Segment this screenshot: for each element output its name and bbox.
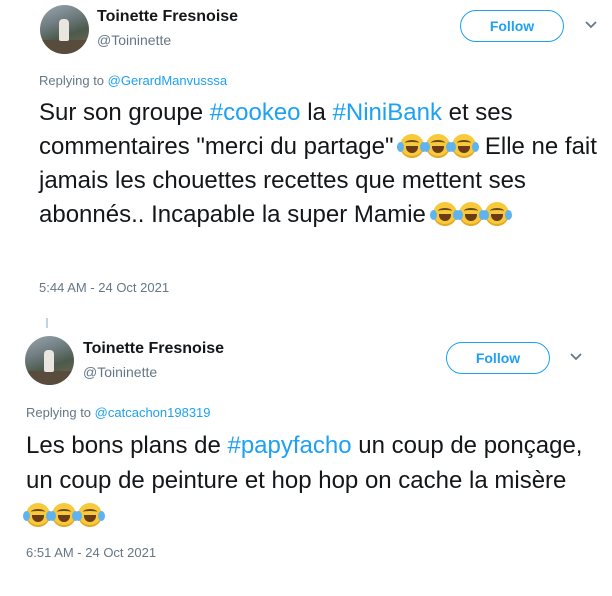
tweet-timestamp[interactable]: 6:51 AM - 24 Oct 2021: [26, 545, 156, 560]
tweet-2: Toinette Fresnoise @Toininette Follow Re…: [0, 318, 612, 596]
reply-mention-link[interactable]: @GerardManvusssa: [108, 73, 227, 88]
replying-to: Replying to @catcachon198319: [26, 405, 211, 420]
chevron-down-icon[interactable]: [584, 18, 598, 32]
replying-to-label: Replying to: [26, 405, 92, 420]
tweet-text-part: la: [300, 99, 333, 126]
display-name[interactable]: Toinette Fresnoise: [83, 340, 224, 358]
tweet-timestamp[interactable]: 5:44 AM - 24 Oct 2021: [39, 280, 169, 295]
laughing-emoji-icon: [49, 503, 79, 527]
avatar[interactable]: [40, 5, 89, 54]
laughing-emoji-icon: [481, 202, 512, 226]
laughing-emoji-icon: [449, 134, 480, 158]
user-handle[interactable]: @Toininette: [83, 364, 157, 380]
replying-to-label: Replying to: [39, 73, 105, 88]
user-handle[interactable]: @Toininette: [97, 32, 171, 48]
avatar[interactable]: [25, 336, 74, 385]
tweet-text-part: Les bons plans de: [26, 432, 228, 459]
tweet-text-part: Sur son groupe: [39, 99, 210, 126]
laughing-emoji-icon: [423, 134, 454, 158]
follow-button[interactable]: Follow: [446, 342, 550, 374]
hashtag-link[interactable]: #cookeo: [210, 99, 301, 126]
hashtag-link[interactable]: #NiniBank: [333, 99, 442, 126]
reply-mention-link[interactable]: @catcachon198319: [95, 405, 211, 420]
hashtag-link[interactable]: #papyfacho: [227, 432, 351, 459]
laughing-emoji-icon: [75, 503, 105, 527]
laughing-emoji-icon: [23, 503, 53, 527]
laughing-emoji-icon: [397, 134, 428, 158]
display-name[interactable]: Toinette Fresnoise: [97, 8, 238, 26]
laughing-emoji-icon: [455, 202, 486, 226]
replying-to: Replying to @GerardManvusssa: [39, 73, 227, 88]
tweet-text: Sur son groupe #cookeo la #NiniBank et s…: [39, 96, 599, 232]
laughing-emoji-icon: [429, 202, 460, 226]
tweet-text: Les bons plans de #papyfacho un coup de …: [23, 428, 591, 533]
chevron-down-icon[interactable]: [569, 350, 583, 364]
follow-button[interactable]: Follow: [460, 10, 564, 42]
tweet-1: Toinette Fresnoise @Toininette Follow Re…: [0, 0, 612, 310]
